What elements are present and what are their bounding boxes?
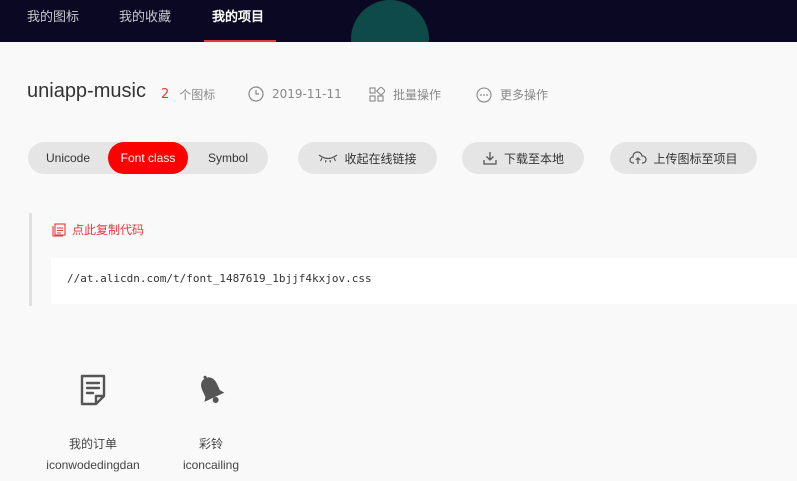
project-date-text: 2019-11-11 — [272, 87, 342, 101]
tab-my-icons[interactable]: 我的图标 — [27, 0, 79, 42]
tab-my-projects[interactable]: 我的项目 — [212, 0, 264, 42]
upload-icons-label: 上传图标至项目 — [653, 151, 738, 166]
code-box[interactable]: //at.alicdn.com/t/font_1487619_1bjjf4kxj… — [51, 258, 797, 304]
upload-icons-button[interactable]: 上传图标至项目 — [610, 142, 757, 174]
batch-operations-label: 批量操作 — [393, 88, 442, 102]
icon-count-unit: 个图标 — [179, 88, 216, 102]
icon-card-bell[interactable]: 彩铃 iconcailing — [156, 365, 266, 472]
download-icon — [483, 152, 497, 165]
icon-class-name: iconcailing — [182, 458, 240, 472]
order-icon — [80, 374, 106, 406]
tab-my-favorites[interactable]: 我的收藏 — [119, 0, 171, 42]
format-unicode[interactable]: Unicode — [28, 142, 108, 174]
download-label: 下载至本地 — [503, 151, 564, 166]
more-dots-icon — [476, 86, 492, 103]
bell-icon — [201, 375, 225, 403]
cloud-upload-icon — [629, 151, 648, 164]
collapse-online-link-button[interactable]: 收起在线链接 — [298, 142, 437, 174]
logo[interactable] — [351, 0, 429, 42]
format-font-class[interactable]: Font class — [108, 142, 188, 174]
active-tab-indicator — [204, 40, 276, 42]
project-title: uniapp-music — [27, 80, 146, 102]
top-nav: 我的图标 我的收藏 我的项目 — [0, 0, 797, 42]
icon-card-order[interactable]: 我的订单 iconwodedingdan — [38, 365, 148, 472]
icon-count: 2 个图标 — [161, 86, 215, 103]
copy-icon — [52, 222, 66, 237]
project-date: 2019-11-11 — [248, 86, 342, 102]
closed-eye-icon — [319, 154, 338, 163]
icon-class-name: iconwodedingdan — [46, 458, 140, 472]
icon-name: 彩铃 — [198, 437, 223, 451]
clock-icon — [248, 86, 264, 102]
format-symbol[interactable]: Symbol — [188, 142, 268, 174]
collapse-online-link-label: 收起在线链接 — [344, 151, 417, 166]
more-operations[interactable]: 更多操作 — [476, 86, 548, 103]
batch-operations[interactable]: 批量操作 — [369, 86, 441, 103]
format-switch: Unicode Font class Symbol — [28, 142, 268, 174]
copy-code-link[interactable]: 点此复制代码 — [52, 221, 144, 238]
code-block: 点此复制代码 //at.alicdn.com/t/font_1487619_1b… — [29, 213, 797, 306]
icon-count-value: 2 — [161, 87, 170, 102]
icon-name: 我的订单 — [68, 437, 117, 451]
css-link-url[interactable]: //at.alicdn.com/t/font_1487619_1bjjf4kxj… — [67, 272, 372, 285]
download-button[interactable]: 下载至本地 — [462, 142, 584, 174]
more-operations-label: 更多操作 — [500, 88, 549, 102]
copy-code-label: 点此复制代码 — [72, 223, 145, 237]
batch-grid-icon — [369, 86, 385, 102]
